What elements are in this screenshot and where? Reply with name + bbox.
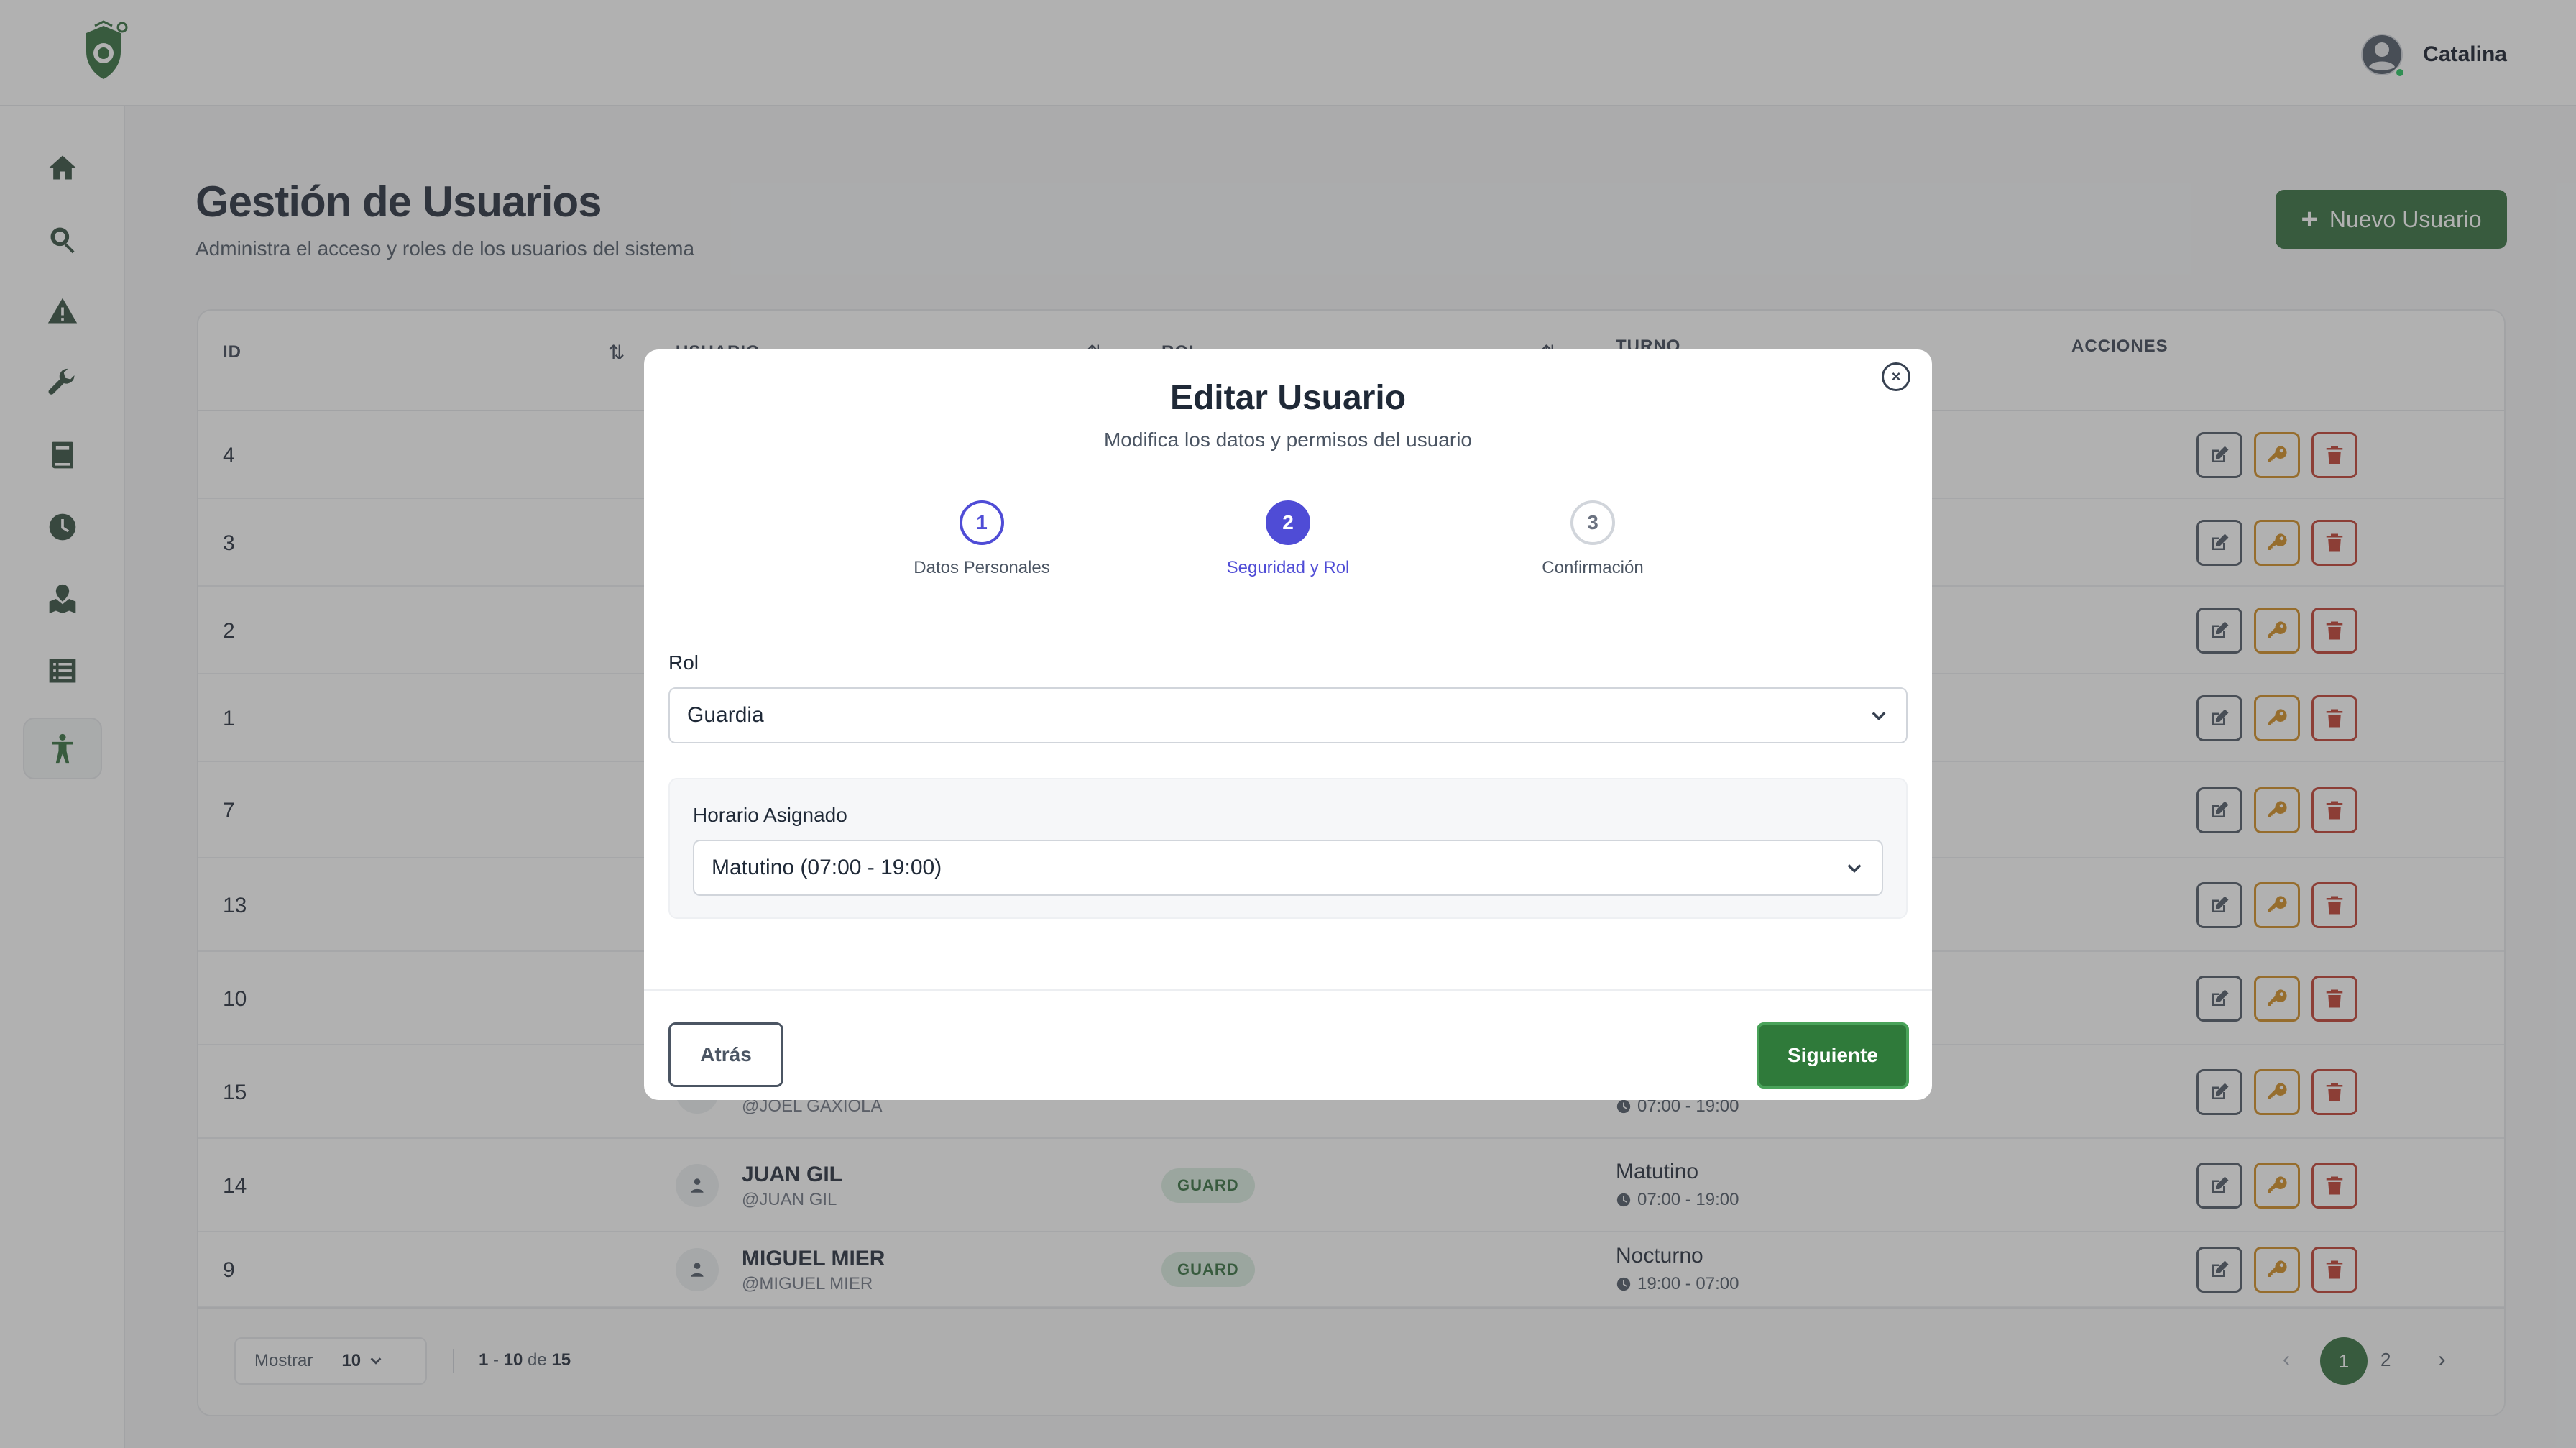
schedule-select[interactable]: Matutino (07:00 - 19:00) [693, 840, 1883, 896]
role-label: Rol [668, 651, 699, 674]
edit-user-modal: × Editar Usuario Modifica los datos y pe… [644, 349, 1932, 1100]
chevron-down-icon [1847, 864, 1862, 873]
role-select[interactable]: Guardia [668, 687, 1908, 743]
chevron-down-icon [1872, 712, 1886, 720]
step-label: Seguridad y Rol [1226, 558, 1350, 577]
step-label: Datos Personales [914, 558, 1050, 577]
step-confirmation[interactable]: 3 Confirmación [1485, 500, 1701, 578]
modal-footer-divider [644, 989, 1932, 991]
step-number: 2 [1266, 500, 1310, 545]
schedule-value: Matutino (07:00 - 19:00) [712, 856, 942, 879]
back-button[interactable]: Atrás [668, 1022, 783, 1087]
role-value: Guardia [687, 703, 764, 727]
step-label: Confirmación [1542, 558, 1644, 577]
modal-subtitle: Modifica los datos y permisos del usuari… [1103, 429, 1472, 451]
step-security-role[interactable]: 2 Seguridad y Rol [1180, 500, 1396, 578]
modal-title: Editar Usuario [1169, 379, 1407, 417]
step-number: 1 [960, 500, 1004, 545]
next-button[interactable]: Siguiente [1757, 1022, 1909, 1089]
step-personal-data[interactable]: 1 Datos Personales [874, 500, 1090, 578]
step-number: 3 [1570, 500, 1615, 545]
schedule-label: Horario Asignado [693, 804, 847, 826]
